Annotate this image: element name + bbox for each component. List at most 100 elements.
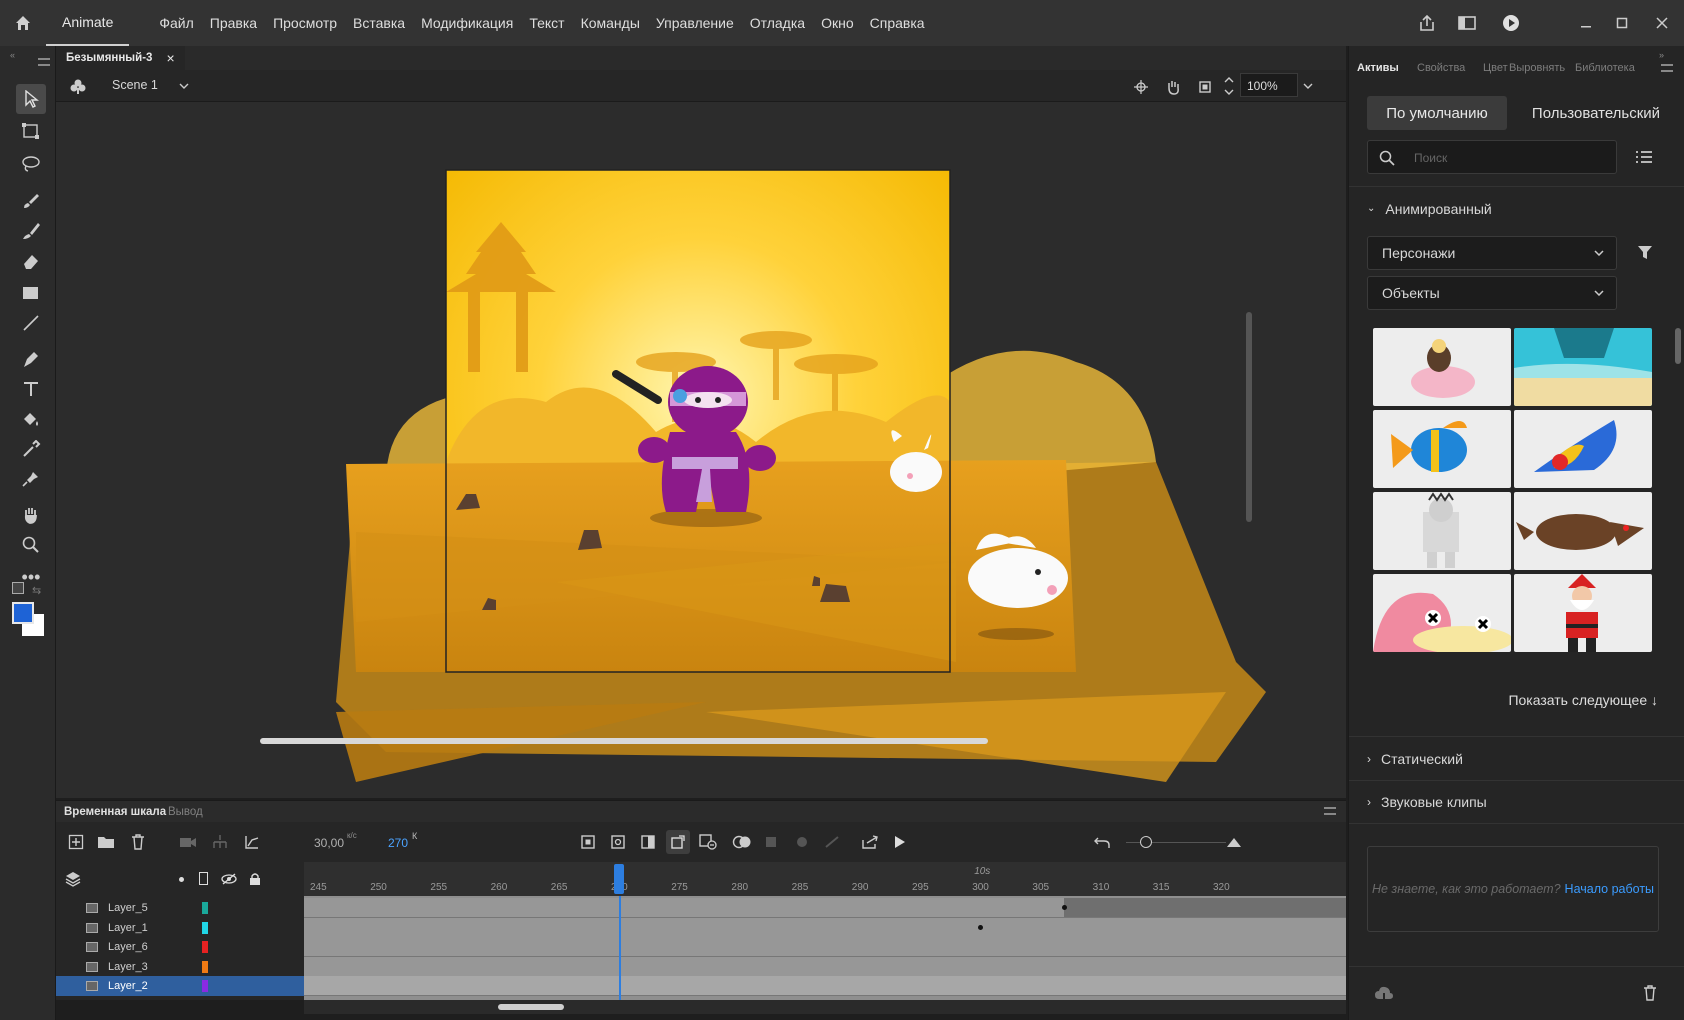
free-transform-tool-icon[interactable] xyxy=(16,116,46,146)
zoom-tool-icon[interactable] xyxy=(16,530,46,560)
stroke-color-swatch[interactable] xyxy=(12,602,34,624)
brush-tool-icon[interactable] xyxy=(16,186,46,216)
maximize-icon[interactable] xyxy=(1604,11,1640,35)
layer-depth-icon[interactable] xyxy=(210,832,230,852)
delete-layer-icon[interactable] xyxy=(128,832,148,852)
share-icon[interactable] xyxy=(1410,0,1444,46)
paint-bucket-tool-icon[interactable] xyxy=(16,404,46,434)
panel-menu-icon[interactable] xyxy=(38,58,50,66)
horizontal-scrollbar[interactable] xyxy=(260,738,988,744)
menu-item[interactable]: Вставка xyxy=(345,15,413,31)
menu-item[interactable]: Текст xyxy=(521,15,572,31)
section-static[interactable]: › Статический xyxy=(1349,736,1684,780)
tab-output[interactable]: Вывод xyxy=(168,806,203,818)
keyframe-marker[interactable] xyxy=(978,924,984,930)
line-tool-icon[interactable] xyxy=(16,308,46,338)
home-icon[interactable] xyxy=(0,0,46,46)
asset-thumb-parrot[interactable] xyxy=(1514,410,1652,488)
paint-brush-tool-icon[interactable] xyxy=(16,216,46,246)
close-tab-icon[interactable]: × xyxy=(166,50,174,66)
test-movie-icon[interactable] xyxy=(1494,0,1528,46)
workspace-icon[interactable] xyxy=(1450,0,1484,46)
asset-thumb-beach[interactable] xyxy=(1514,328,1652,406)
zoom-stepper-icon[interactable] xyxy=(1222,74,1236,98)
hide-layers-icon[interactable] xyxy=(220,870,238,888)
menu-item[interactable]: Файл xyxy=(151,15,201,31)
onion-skin-icon[interactable] xyxy=(732,832,752,852)
layers-icon[interactable] xyxy=(64,870,82,888)
insert-blank-keyframe-icon[interactable] xyxy=(608,832,628,852)
tab-library[interactable]: Библиотека xyxy=(1575,62,1635,74)
hand-tool-icon[interactable] xyxy=(16,500,46,530)
layer-name[interactable]: Layer_1 xyxy=(108,922,148,934)
tab-properties[interactable]: Свойства xyxy=(1417,62,1465,74)
panel-options-icon[interactable] xyxy=(1661,64,1673,72)
layer-row[interactable]: Layer_1 xyxy=(56,918,304,938)
zoom-input[interactable]: 100% xyxy=(1240,73,1298,97)
asset-search-field[interactable]: Поиск xyxy=(1367,140,1617,174)
layer-name[interactable]: Layer_2 xyxy=(108,980,148,992)
menu-item[interactable]: Правка xyxy=(202,15,265,31)
asset-thumb-wolf[interactable] xyxy=(1514,492,1652,570)
current-frame-value[interactable]: 270 xyxy=(388,836,408,850)
layer-color-swatch[interactable] xyxy=(202,980,208,992)
camera-icon[interactable] xyxy=(178,832,198,852)
layer-name[interactable]: Layer_6 xyxy=(108,941,148,953)
get-started-link[interactable]: Начало работы xyxy=(1565,882,1654,896)
layer-row[interactable]: Layer_2 xyxy=(56,976,304,996)
menu-item[interactable]: Команды xyxy=(573,15,648,31)
expand-panel-icon[interactable]: » xyxy=(1659,50,1664,60)
section-sound-clips[interactable]: › Звуковые клипы xyxy=(1349,780,1684,824)
characters-dropdown[interactable]: Персонажи xyxy=(1367,236,1617,270)
layer-color-swatch[interactable] xyxy=(202,941,208,953)
layer-color-swatch[interactable] xyxy=(202,960,208,973)
timeline-zoom-handle[interactable] xyxy=(1140,836,1152,848)
tab-align[interactable]: Выровнять xyxy=(1509,62,1565,74)
layer-color-swatch[interactable] xyxy=(202,921,208,934)
tab-timeline[interactable]: Временная шкала xyxy=(64,806,166,818)
lasso-tool-icon[interactable] xyxy=(16,148,46,178)
asset-thumb-mummy[interactable] xyxy=(1373,492,1511,570)
center-stage-icon[interactable] xyxy=(1132,78,1150,96)
timeline-menu-icon[interactable] xyxy=(1324,807,1336,815)
tab-color[interactable]: Цвет xyxy=(1483,62,1508,74)
stage-area[interactable] xyxy=(56,102,1346,798)
trash-icon[interactable] xyxy=(1639,982,1661,1004)
frame-grid[interactable] xyxy=(304,896,1346,1000)
asset-thumb-snail[interactable] xyxy=(1373,574,1511,652)
frame-ruler[interactable]: 2452502552602652702752802852902953003053… xyxy=(304,862,1346,896)
auto-keyframe-icon[interactable] xyxy=(666,830,690,854)
fps-value[interactable]: 30,00 xyxy=(314,836,344,850)
frame-row[interactable] xyxy=(304,937,1346,957)
layer-row[interactable]: Layer_6 xyxy=(56,937,304,957)
insert-keyframe-icon[interactable] xyxy=(578,832,598,852)
default-assets-toggle[interactable]: По умолчанию xyxy=(1367,96,1507,130)
eraser-tool-icon[interactable] xyxy=(16,246,46,276)
layer-row[interactable]: Layer_3 xyxy=(56,957,304,977)
menu-item[interactable]: Отладка xyxy=(742,15,813,31)
layer-row[interactable]: Layer_5 xyxy=(56,898,304,918)
app-brand-tab[interactable]: Animate xyxy=(46,0,130,46)
asset-thumb-pig-rider[interactable] xyxy=(1373,328,1511,406)
custom-assets-toggle[interactable]: Пользовательский xyxy=(1519,96,1673,130)
zoom-chevron-down-icon[interactable] xyxy=(1300,78,1316,94)
section-animated[interactable]: ⌄ Анимированный xyxy=(1349,186,1684,230)
cloud-upload-icon[interactable] xyxy=(1373,982,1395,1004)
text-tool-icon[interactable] xyxy=(16,374,46,404)
close-window-icon[interactable] xyxy=(1640,11,1684,35)
layer-color-swatch[interactable] xyxy=(202,902,208,914)
menu-item[interactable]: Просмотр xyxy=(265,15,345,31)
default-colors-icon[interactable] xyxy=(12,582,24,594)
document-tab[interactable]: Безымянный-3 × xyxy=(56,46,185,70)
frame-row[interactable] xyxy=(304,976,1346,996)
menu-item[interactable]: Управление xyxy=(648,15,742,31)
scene-chevron-down-icon[interactable] xyxy=(176,78,192,94)
list-view-icon[interactable] xyxy=(1633,146,1655,168)
objects-dropdown[interactable]: Объекты xyxy=(1367,276,1617,310)
timeline-hscroll-thumb[interactable] xyxy=(498,1004,564,1010)
insert-frame-icon[interactable] xyxy=(638,832,658,852)
new-folder-icon[interactable] xyxy=(96,832,116,852)
rectangle-tool-icon[interactable] xyxy=(16,278,46,308)
filter-icon[interactable] xyxy=(1635,242,1655,262)
graph-icon[interactable] xyxy=(242,832,262,852)
